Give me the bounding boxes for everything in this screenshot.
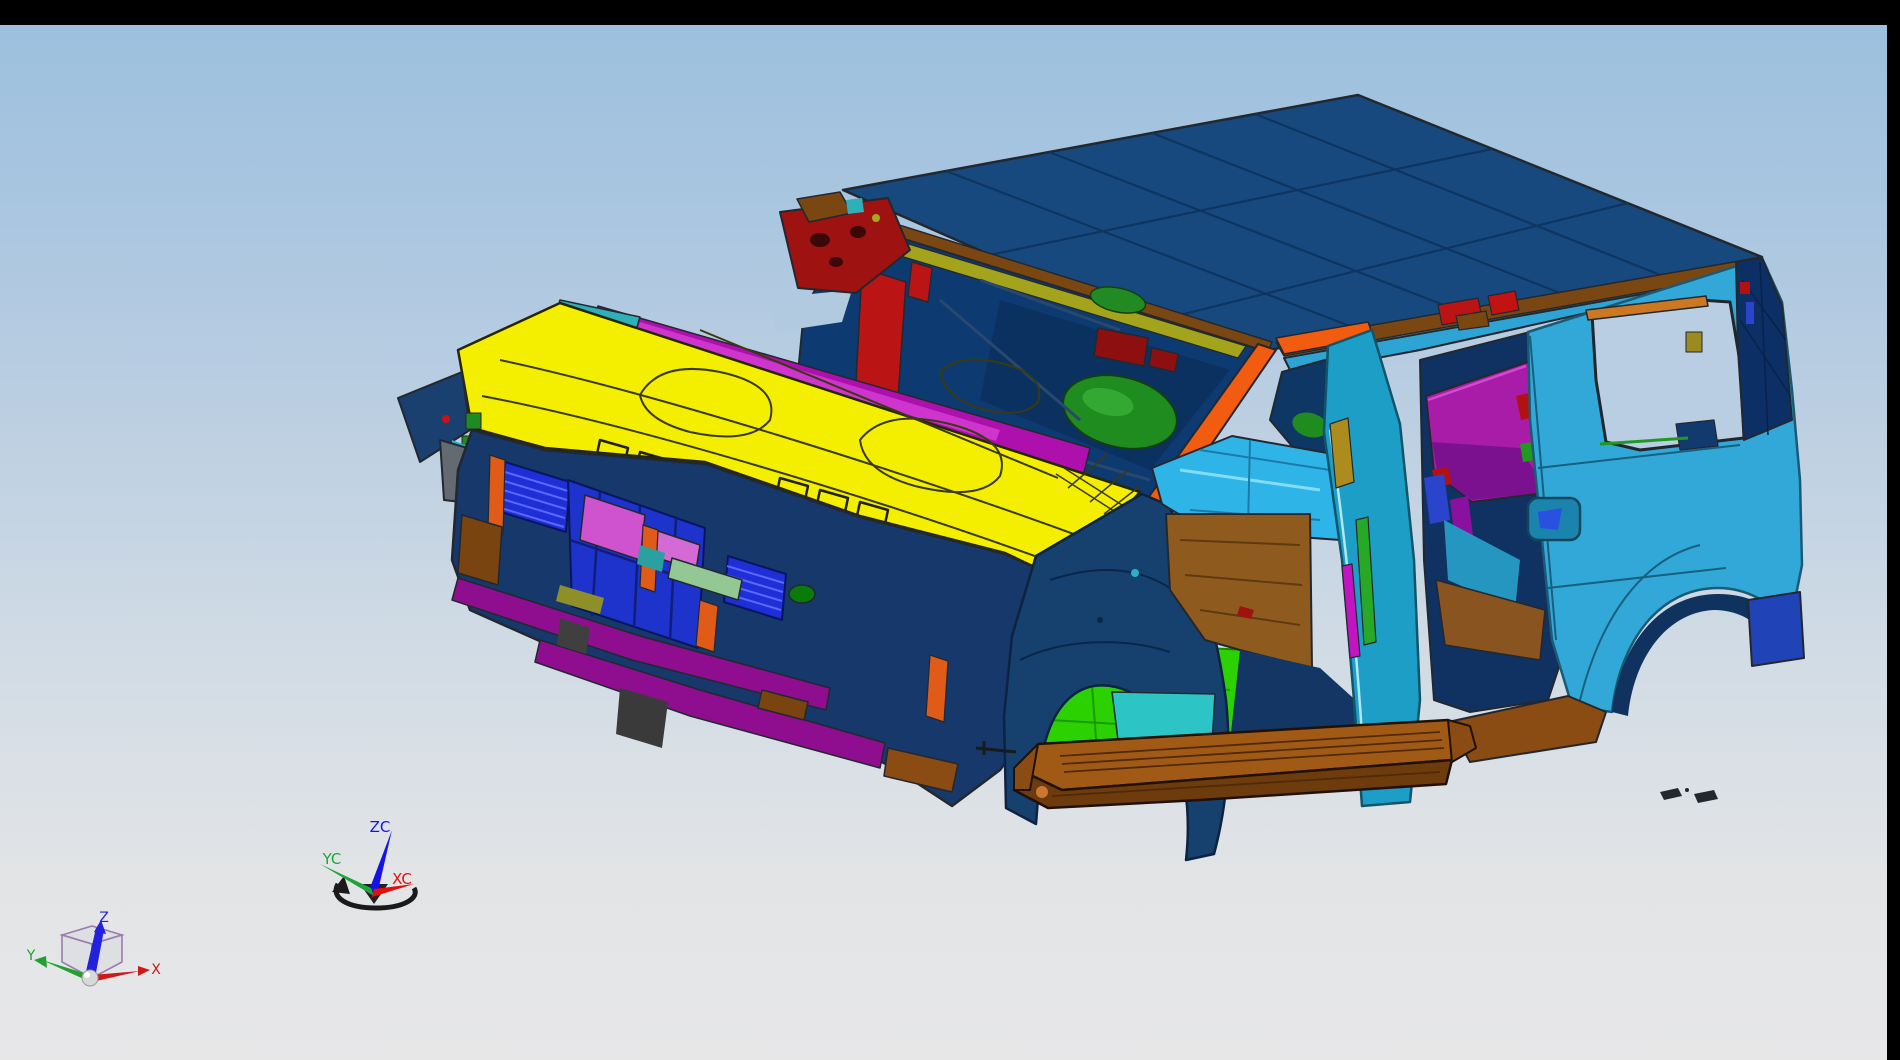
- view-origin-sphere[interactable]: [82, 970, 98, 986]
- loose-part1[interactable]: [1660, 788, 1682, 800]
- wcs-z-axis[interactable]: [368, 830, 392, 893]
- rail-tip-teal: [846, 198, 864, 214]
- dash-red-bar-small[interactable]: [908, 262, 932, 302]
- bracket-hole1: [810, 233, 830, 247]
- window-bottom-bracket: [1676, 420, 1718, 450]
- view-triad[interactable]: Z Y X: [26, 910, 161, 986]
- quarter-panel-assembly[interactable]: [1528, 258, 1804, 716]
- left-corner-green1: [466, 413, 481, 429]
- window-olive-tab: [1686, 332, 1702, 352]
- wcs-x-label: XC: [392, 870, 412, 888]
- scene-svg: ZC YC XC Z Y X: [0, 0, 1900, 1060]
- car-model[interactable]: [398, 95, 1804, 860]
- d-pillar-blue-bit: [1746, 302, 1754, 324]
- rear-header-red-part2[interactable]: [1488, 291, 1519, 315]
- fender-teal-dot: [1131, 569, 1139, 577]
- view-origin-sphere-highlight: [84, 972, 90, 978]
- rear-lower-blue-part[interactable]: [1748, 592, 1804, 666]
- brown-bracket-left[interactable]: [458, 515, 502, 585]
- quarter-window-sky: [1592, 300, 1744, 450]
- loose-part2[interactable]: [1694, 790, 1718, 803]
- right-black-bar: [1887, 25, 1900, 1060]
- view-x-label: X: [151, 962, 161, 978]
- bracket-olive-dot: [872, 214, 880, 222]
- wcs-z-label: ZC: [370, 818, 391, 836]
- bracket-hole2: [850, 226, 866, 238]
- rocker-copper-corner: [1036, 786, 1048, 798]
- left-corner-red-dot: [442, 415, 450, 423]
- loose-part3: [1685, 788, 1689, 792]
- top-black-bar: [0, 0, 1900, 25]
- orange-upright3[interactable]: [696, 600, 718, 652]
- wcs-y-label: YC: [322, 850, 342, 868]
- view-y-label: Y: [26, 948, 36, 964]
- orange-upright4[interactable]: [926, 655, 948, 722]
- view-y-arrowhead: [34, 956, 47, 968]
- green-grommet: [789, 585, 815, 603]
- view-z-label: Z: [99, 910, 109, 926]
- loose-parts[interactable]: [1660, 788, 1718, 803]
- wcs-triad[interactable]: ZC YC XC: [320, 818, 415, 908]
- view-x-arrowhead: [138, 966, 150, 976]
- bracket-hole3: [829, 257, 843, 267]
- fender-hole-dot: [1097, 617, 1103, 623]
- d-pillar-red-bit: [1740, 282, 1750, 294]
